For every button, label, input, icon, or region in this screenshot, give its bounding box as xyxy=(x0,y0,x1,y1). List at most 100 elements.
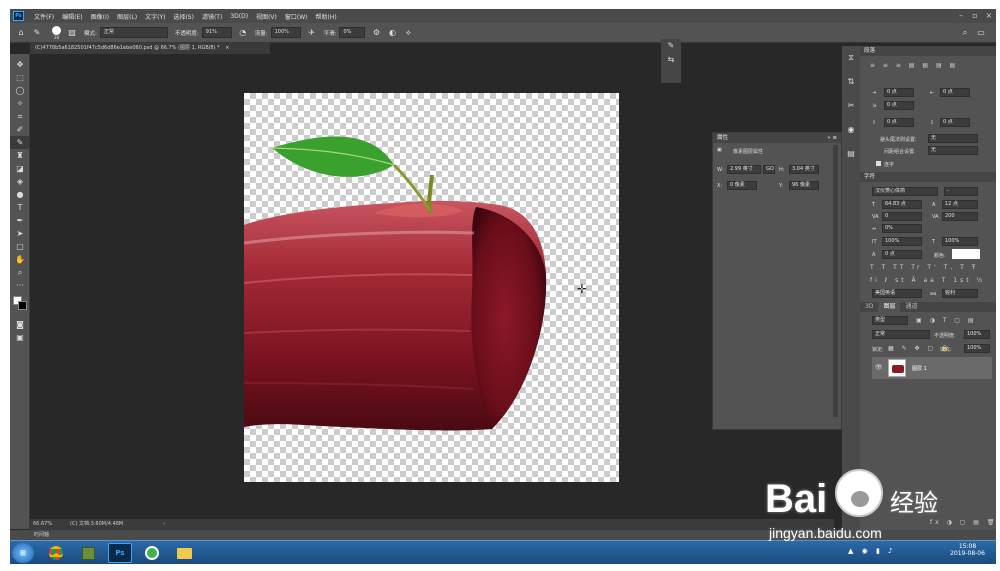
blend-mode-select[interactable]: 正常 xyxy=(872,330,930,339)
close-window-button[interactable]: × xyxy=(982,9,996,23)
flow-input[interactable]: 100% xyxy=(270,27,301,38)
text-color-swatch[interactable] xyxy=(952,249,980,259)
menu-edit[interactable]: 编辑(E) xyxy=(58,12,86,21)
horizontal-scale-input[interactable]: 100% xyxy=(942,237,978,246)
pen-icon[interactable]: ✒ xyxy=(10,214,30,227)
space-after-input[interactable]: 0 点 xyxy=(940,118,970,127)
search-icon[interactable]: ⌕ xyxy=(960,28,970,38)
type-style-buttons[interactable]: T T TT Tr T' T, T Ŧ xyxy=(870,264,978,271)
menu-help[interactable]: 帮助(H) xyxy=(312,12,341,21)
zoom-icon[interactable]: ⌕ xyxy=(10,266,30,279)
layer-filter-select[interactable]: 类型 xyxy=(872,316,908,325)
kinsoku-select[interactable]: 无 xyxy=(928,134,978,143)
lasso-icon[interactable]: ◯ xyxy=(10,84,30,97)
language-select[interactable]: 美国英语 xyxy=(872,289,922,298)
tsume-input[interactable]: 0% xyxy=(882,224,922,233)
font-size-input[interactable]: 64.83 点 xyxy=(882,200,922,209)
brush-size-picker[interactable]: 28 xyxy=(52,25,61,40)
document-canvas[interactable] xyxy=(244,93,619,482)
menu-view[interactable]: 视图(V) xyxy=(252,12,281,21)
y-input[interactable]: 96 像素 xyxy=(789,181,819,190)
opentype-buttons[interactable]: fi ℓ st Ā aa T 1st ½ xyxy=(870,277,985,284)
chrome-icon[interactable] xyxy=(44,543,68,563)
symmetry-icon[interactable]: ⟡ xyxy=(403,28,413,38)
airbrush-icon[interactable]: ✈ xyxy=(307,28,317,38)
opacity-input[interactable]: 91% xyxy=(201,27,232,38)
color-swatches[interactable] xyxy=(10,292,29,318)
layer-filter-icons[interactable]: ▣ ◑ T ▢ ▤ xyxy=(916,317,977,324)
height-input[interactable]: 3.04 英寸 xyxy=(789,165,819,174)
gradient-icon[interactable]: ◈ xyxy=(10,175,30,188)
styles-icon[interactable]: ◉ xyxy=(842,118,860,142)
brush-icon[interactable]: ✎ xyxy=(10,136,30,149)
pressure-opacity-icon[interactable]: ◔ xyxy=(238,28,248,38)
stamp-icon[interactable]: ♜ xyxy=(10,149,30,162)
workspace-icon[interactable]: ▭ xyxy=(976,28,986,38)
collapse-icon[interactable]: » ≡ xyxy=(827,133,837,143)
menu-image[interactable]: 图像(I) xyxy=(87,12,113,21)
visibility-eye-icon[interactable]: 👁 xyxy=(875,364,883,371)
status-menu-arrow[interactable]: › xyxy=(123,519,165,530)
hyphenation-checkbox[interactable]: 连字 xyxy=(876,161,894,168)
properties-scrollbar[interactable] xyxy=(833,145,838,417)
start-button[interactable]: ⊞ xyxy=(12,543,34,563)
minecraft-icon[interactable] xyxy=(76,543,100,563)
baseline-input[interactable]: 0 点 xyxy=(882,250,922,259)
menu-type[interactable]: 文字(Y) xyxy=(141,12,169,21)
document-tab[interactable]: (C)4778b5a6182501f47c5d6d86e1ebe060.psd … xyxy=(30,43,270,54)
width-input[interactable]: 2.99 英寸 xyxy=(727,165,761,174)
mode-select[interactable]: 正常 xyxy=(99,27,168,38)
quick-mask-icon[interactable]: ◙ xyxy=(10,318,30,331)
browser-green-icon[interactable] xyxy=(140,543,164,563)
magic-wand-icon[interactable]: ✧ xyxy=(10,97,30,110)
font-family-select[interactable]: 汉仪菱心体简 xyxy=(872,187,938,196)
first-line-input[interactable]: 0 点 xyxy=(884,101,914,110)
menu-file[interactable]: 文件(F) xyxy=(30,12,58,21)
kerning-input[interactable]: 0 xyxy=(882,212,922,221)
space-before-input[interactable]: 0 点 xyxy=(884,118,914,127)
zoom-level[interactable]: 66.67% xyxy=(30,519,60,530)
marquee-icon[interactable]: ⬚ xyxy=(10,71,30,84)
dodge-icon[interactable]: ● xyxy=(10,188,30,201)
tools-preset-icon[interactable]: ✂ xyxy=(842,94,860,118)
vertical-scale-input[interactable]: 100% xyxy=(882,237,922,246)
path-select-icon[interactable]: ➤ xyxy=(10,227,30,240)
mojikumi-select[interactable]: 无 xyxy=(928,146,978,155)
brush-settings-icon[interactable]: ▨ xyxy=(67,28,77,38)
anti-alias-select[interactable]: 锐利 xyxy=(942,289,978,298)
screen-mode-icon[interactable]: ▣ xyxy=(10,331,30,344)
photoshop-logo-icon[interactable]: Ps xyxy=(13,11,24,21)
indent-left-input[interactable]: 0 点 xyxy=(884,88,914,97)
adjust-mini-icon[interactable]: ⇆ xyxy=(661,53,681,67)
eyedropper-icon[interactable]: ✐ xyxy=(10,123,30,136)
fill-input[interactable]: 100% xyxy=(964,344,990,353)
history-icon[interactable]: ⧖ xyxy=(842,46,860,70)
background-color[interactable] xyxy=(18,301,27,310)
menu-select[interactable]: 选择(S) xyxy=(169,12,198,21)
hand-icon[interactable]: ✋ xyxy=(10,253,30,266)
link-dimensions-button[interactable]: GO xyxy=(763,165,775,174)
layer-opacity-input[interactable]: 100% xyxy=(964,330,990,339)
menu-layer[interactable]: 图层(L) xyxy=(113,12,141,21)
x-input[interactable]: 0 像素 xyxy=(727,181,757,190)
restore-button[interactable]: ▫ xyxy=(968,9,982,23)
photoshop-taskbar-icon[interactable]: Ps xyxy=(108,543,132,563)
home-icon[interactable]: ⌂ xyxy=(16,28,26,38)
tab-layers[interactable]: 图层 xyxy=(878,302,901,312)
more-icon[interactable]: ··· xyxy=(10,279,30,292)
menu-filter[interactable]: 滤镜(T) xyxy=(198,12,226,21)
folder-icon[interactable] xyxy=(172,543,196,563)
close-tab-icon[interactable]: × xyxy=(225,45,229,51)
menu-window[interactable]: 窗口(W) xyxy=(281,12,312,21)
menu-3d[interactable]: 3D(D) xyxy=(226,13,252,20)
brush-settings-mini-icon[interactable]: ✎ xyxy=(661,39,681,53)
pressure-size-icon[interactable]: ◐ xyxy=(387,28,397,38)
adjustments-icon[interactable]: ⇅ xyxy=(842,70,860,94)
tracking-input[interactable]: 200 xyxy=(942,212,978,221)
brush-preset-icon[interactable]: ✎ xyxy=(32,28,42,38)
eraser-icon[interactable]: ◪ xyxy=(10,162,30,175)
gear-icon[interactable]: ⚙ xyxy=(371,28,381,38)
tab-channels[interactable]: 通道 xyxy=(900,302,922,312)
minimize-button[interactable]: – xyxy=(954,9,968,23)
tab-3d[interactable]: 3D xyxy=(860,302,878,312)
